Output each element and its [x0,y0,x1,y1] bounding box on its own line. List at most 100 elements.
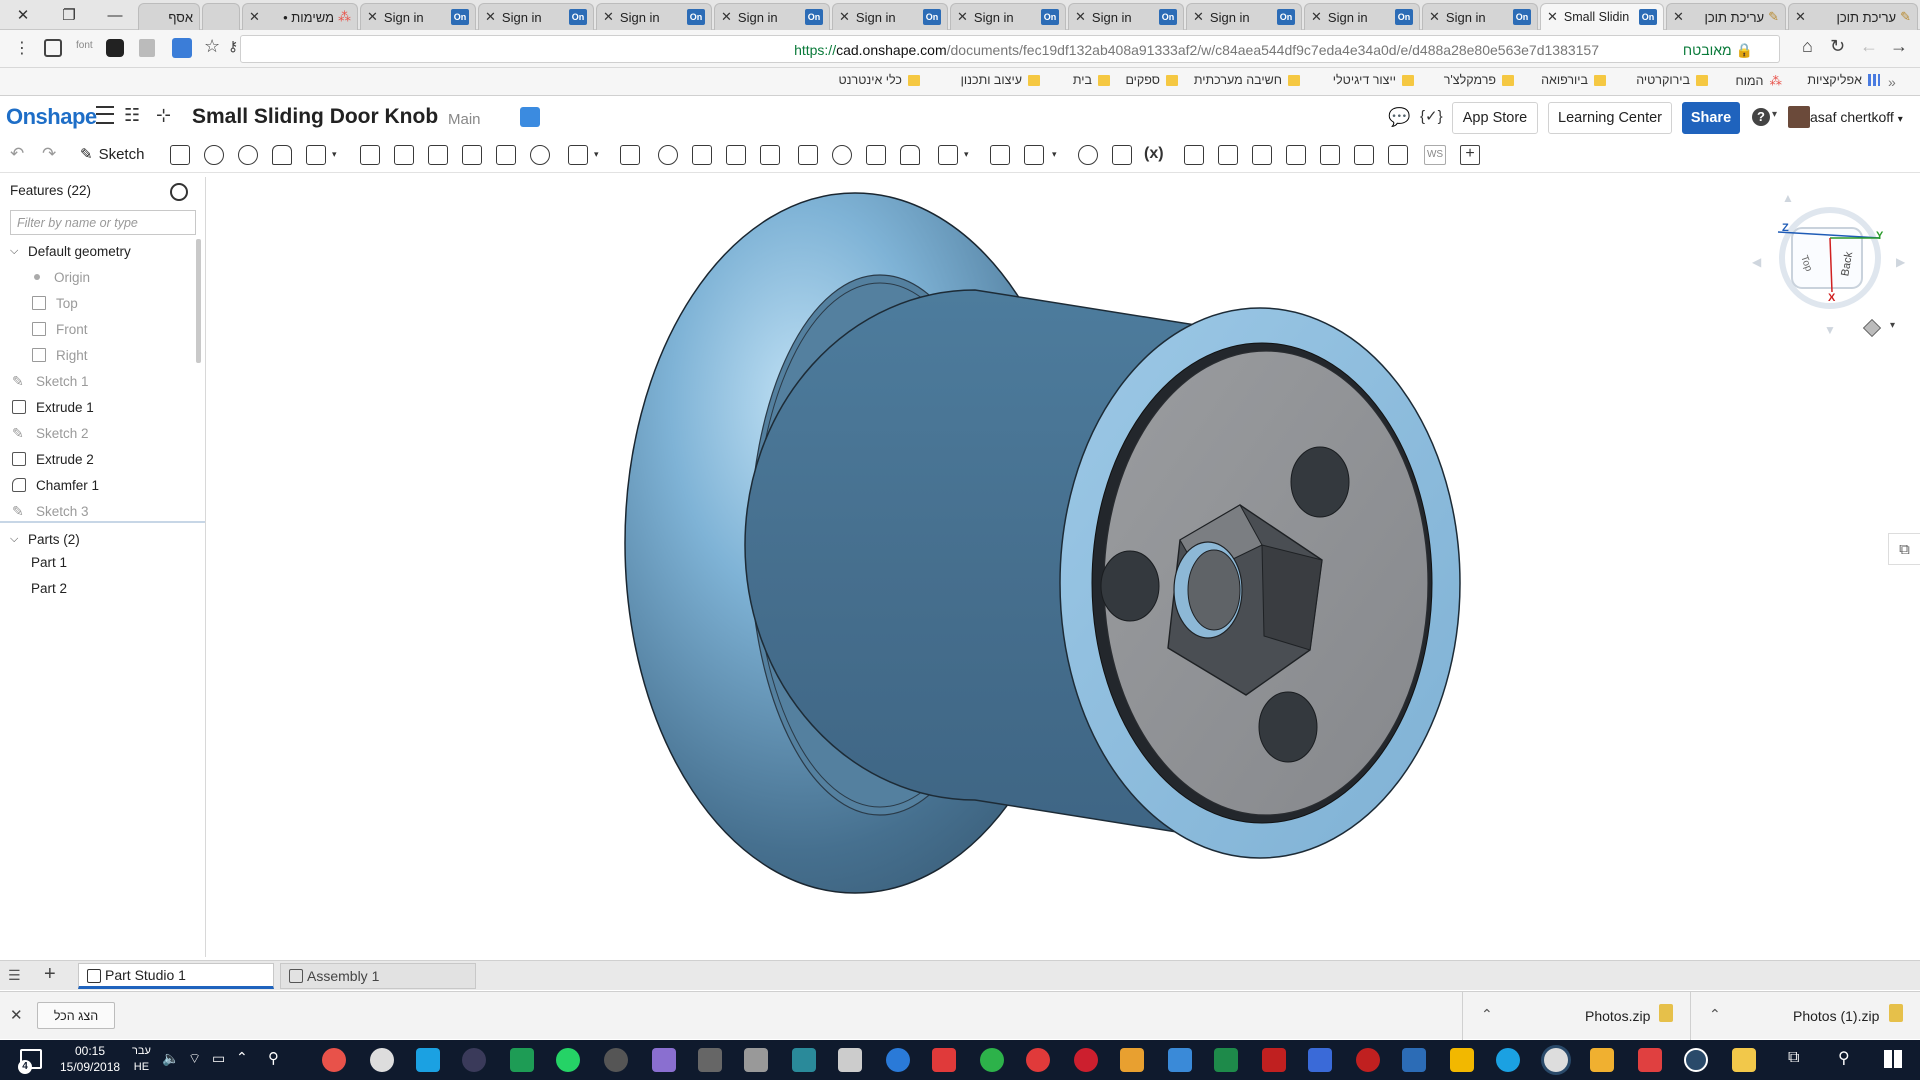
rib-icon[interactable] [462,145,482,165]
bookmark-item[interactable]: כלי אינטרנט [839,73,920,87]
branch-label[interactable]: Main [448,111,481,128]
edge-app-icon[interactable] [886,1048,910,1072]
info-app-icon[interactable] [1356,1048,1380,1072]
clock[interactable]: 00:15 15/09/2018 [60,1043,120,1075]
leaf-app-icon[interactable] [980,1048,1004,1072]
helix-icon[interactable] [990,145,1010,165]
part-item-2[interactable]: Part 2 [0,576,200,600]
wifi-icon[interactable]: ⌔ [188,1050,201,1068]
calendar-extension-icon[interactable] [172,38,192,58]
browser-tab[interactable]: ✕ Sign in On [1304,3,1420,30]
render-mode-dropdown-icon[interactable]: ▾ [1890,320,1895,331]
url-input[interactable]: https://cad.onshape.com/documents/fec19d… [240,35,1780,63]
drive-app-icon[interactable] [1450,1048,1474,1072]
flange-icon[interactable] [1218,145,1238,165]
geometry-origin[interactable]: Origin [0,265,200,289]
chevron-up-icon[interactable]: ⌃ [1481,1006,1493,1023]
browser-tab[interactable]: ✕ Sign in On [832,3,948,30]
tab-manager-icon[interactable]: ☰ [8,967,21,984]
shell-icon[interactable] [496,145,516,165]
minimize-window-icon[interactable]: — [92,0,138,30]
shield-app-icon[interactable] [1026,1048,1050,1072]
browser-tab[interactable]: ✕ Sign in On [950,3,1066,30]
browser-tab[interactable]: ✕ Sign in On [714,3,830,30]
add-element-icon[interactable]: + [44,963,56,986]
sweep-icon[interactable] [238,145,258,165]
dropdown-icon[interactable]: ▾ [964,149,969,160]
browser-tab-active[interactable]: ✕ Small Slidin On [1540,3,1664,30]
browser-tab[interactable]: ✕ Sign in On [360,3,476,30]
browser-tab[interactable]: ✕ עריכת תוכן ✎ [1666,3,1786,30]
transform-icon[interactable] [726,145,746,165]
variables-icon[interactable]: {✓} [1420,107,1443,125]
parts-group[interactable]: ⌵ Parts (2) [0,527,200,551]
screw-hole-bottom[interactable] [1258,691,1318,763]
sheet-metal-icon[interactable] [1184,145,1204,165]
pencil-app-icon[interactable] [652,1048,676,1072]
home-icon[interactable]: ⌂ [1802,36,1813,57]
two-app-icon[interactable] [1308,1048,1332,1072]
whatsapp-app-icon[interactable] [556,1048,580,1072]
key-icon[interactable]: ⚷ [228,38,238,55]
fillet-icon[interactable] [360,145,380,165]
menu-dots-icon[interactable]: ⋮ [14,38,30,58]
pattern-icon[interactable] [568,145,588,165]
browser-tab[interactable]: ✕ Sign in On [1068,3,1184,30]
reload-icon[interactable]: ↻ [1830,36,1845,57]
feature-sketch-1[interactable]: ✎ Sketch 1 [0,369,200,393]
form-icon[interactable] [1354,145,1374,165]
font-extension-icon[interactable]: font [76,40,93,51]
browser-tab[interactable]: ✕ Sign in On [478,3,594,30]
loft-icon[interactable] [272,145,292,165]
download-item[interactable]: ⌃ Photos.zip [1462,992,1690,1040]
hole-icon[interactable] [530,145,550,165]
feature-sketch-3[interactable]: ✎ Sketch 3 [0,499,200,523]
revolve-icon[interactable] [204,145,224,165]
replace-face-icon[interactable] [900,145,920,165]
plane-icon[interactable] [938,145,958,165]
asana-app-icon[interactable] [322,1048,346,1072]
close-tab-icon[interactable]: ✕ [367,9,378,25]
feature-extrude-1[interactable]: Extrude 1 [0,395,200,419]
close-tab-icon[interactable]: ✕ [485,9,496,25]
feature-filter-input[interactable]: Filter by name or type [10,210,196,235]
delete-face-icon[interactable] [832,145,852,165]
geometry-plane-top[interactable]: Top [0,291,200,315]
back-icon[interactable]: → [1890,36,1908,57]
geometry-plane-front[interactable]: Front [0,317,200,341]
explorer-app-icon[interactable] [1732,1048,1756,1072]
bookmark-item[interactable]: ספקים [1125,73,1178,87]
search-icon[interactable]: ⚲ [1838,1048,1850,1068]
filezilla-app-icon[interactable] [1262,1048,1286,1072]
thicken-icon[interactable] [306,145,326,165]
bookmark-item[interactable]: ביורפואה [1541,73,1606,87]
bookmark-item[interactable]: המוח ⁂ [1736,73,1783,89]
mirror-icon[interactable] [620,145,640,165]
draft-icon[interactable] [428,145,448,165]
close-window-icon[interactable]: ✕ [0,0,46,30]
tab-icon[interactable] [1286,145,1306,165]
onshape-app-icon[interactable] [1402,1048,1426,1072]
nav-arrow-down-icon[interactable]: ▼ [1824,323,1836,337]
feature-extrude-2[interactable]: Extrude 2 [0,447,200,471]
version-graph-icon[interactable] [520,107,540,127]
derived-icon[interactable] [1112,145,1132,165]
bookmark-item[interactable]: ייצור דיגיטלי [1333,73,1414,87]
bookmark-item[interactable]: פרמקלצ'ר [1444,73,1514,87]
delete-part-icon[interactable] [760,145,780,165]
opera-app-icon[interactable] [1074,1048,1098,1072]
c-app-icon[interactable] [416,1048,440,1072]
learning-center-button[interactable]: Learning Center [1548,102,1672,134]
split-icon[interactable] [692,145,712,165]
vpn-app-icon[interactable] [1684,1048,1708,1072]
rollback-timer-icon[interactable] [170,183,188,201]
trello-extension-icon[interactable] [106,39,124,57]
battery-icon[interactable]: ▭ [212,1050,225,1067]
dropdown-icon[interactable]: ▾ [1052,149,1057,160]
close-tab-icon[interactable]: ✕ [1795,9,1806,25]
sketch-button[interactable]: ✎ Sketch [80,145,144,164]
excel-app-icon[interactable] [1214,1048,1238,1072]
bookmark-star-icon[interactable]: ☆ [204,36,220,57]
curve-icon[interactable] [1024,145,1044,165]
comments-icon[interactable]: 💬 [1388,107,1410,128]
